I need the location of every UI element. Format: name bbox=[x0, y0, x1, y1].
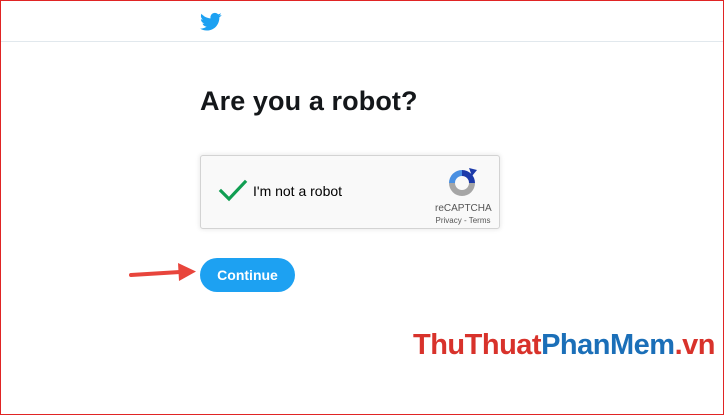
link-separator: - bbox=[461, 216, 469, 225]
watermark-part-1: ThuThuat bbox=[413, 329, 542, 361]
terms-link[interactable]: Terms bbox=[469, 216, 491, 225]
recaptcha-widget: I'm not a robot reCAPTCHA Privacy - Term… bbox=[200, 155, 500, 229]
recaptcha-brand: reCAPTCHA bbox=[435, 203, 492, 214]
top-navigation-bar bbox=[1, 1, 723, 42]
watermark-part-2: PhanMem bbox=[541, 329, 675, 361]
recaptcha-links: Privacy - Terms bbox=[430, 216, 496, 225]
privacy-link[interactable]: Privacy bbox=[436, 216, 462, 225]
continue-button[interactable]: Continue bbox=[200, 258, 295, 292]
recaptcha-logo-icon bbox=[449, 168, 477, 196]
checkmark-icon[interactable] bbox=[218, 178, 248, 204]
twitter-bird-icon[interactable] bbox=[200, 12, 222, 32]
page-title: Are you a robot? bbox=[200, 86, 418, 116]
red-arrow-icon bbox=[129, 263, 196, 281]
watermark: ThuThuatPhanMem.vn bbox=[413, 329, 715, 362]
watermark-part-3: .vn bbox=[674, 329, 716, 361]
recaptcha-label: I'm not a robot bbox=[253, 183, 343, 199]
